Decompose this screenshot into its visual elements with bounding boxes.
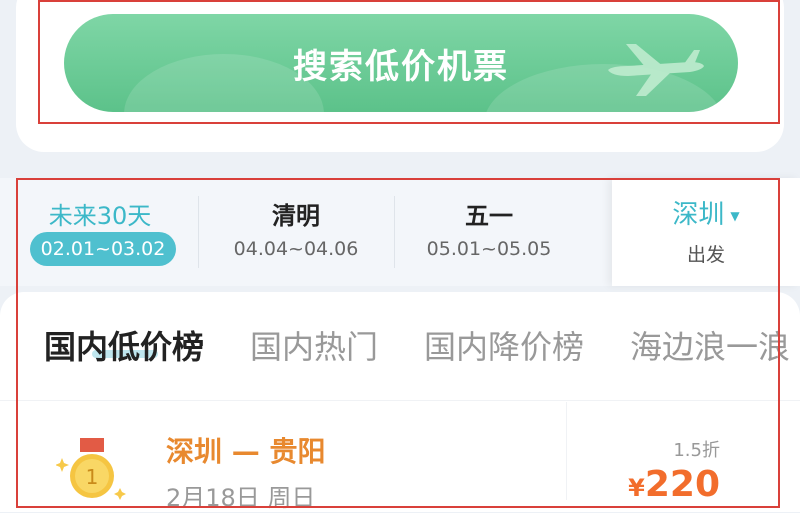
- date-range: 05.01~05.05: [426, 238, 552, 260]
- discount: 1.5折: [673, 440, 720, 461]
- date-tab-title: 未来30天: [48, 202, 152, 230]
- departure-city-name: 深圳: [672, 200, 725, 230]
- date-range: 04.04~04.06: [233, 238, 359, 260]
- flight-date: 2月18日 周日: [166, 484, 316, 512]
- price: ¥220: [628, 464, 720, 505]
- departure-label: 出发: [686, 244, 725, 266]
- search-button-label: 搜索低价机票: [293, 46, 509, 87]
- tab-domestic-price-drop[interactable]: 国内降价榜: [424, 322, 584, 368]
- departure-city-selector[interactable]: 深圳 ▼ 出发: [612, 178, 800, 286]
- tab-seaside[interactable]: 海边浪一浪: [630, 322, 790, 368]
- airplane-icon: [608, 44, 704, 96]
- gold-medal-icon: 1: [56, 438, 126, 500]
- date-tab-may-day[interactable]: 五一 05.01~05.05: [394, 178, 584, 286]
- date-tab-next-30-days[interactable]: 未来30天 02.01~03.02: [0, 178, 200, 286]
- route: 深圳 — 贵阳: [166, 435, 326, 468]
- medal-rank: 1: [86, 465, 99, 489]
- date-tab-title: 五一: [465, 202, 513, 230]
- date-tab-title: 清明: [272, 202, 320, 230]
- tab-domestic-low-price[interactable]: 国内低价榜: [44, 322, 204, 368]
- departure-city: 深圳 ▼: [612, 194, 800, 231]
- date-range-pill: 02.01~03.02: [30, 232, 176, 266]
- divider: [566, 402, 567, 500]
- currency-symbol: ¥: [628, 474, 645, 502]
- date-tab-qingming[interactable]: 清明 04.04~04.06: [198, 178, 394, 286]
- date-selector: 未来30天 02.01~03.02 清明 04.04~04.06 五一 05.0…: [0, 178, 800, 286]
- search-cheap-flights-button[interactable]: 搜索低价机票: [64, 14, 738, 112]
- caret-down-icon: ▼: [730, 208, 740, 223]
- price-value: 220: [644, 464, 720, 505]
- tab-domestic-popular[interactable]: 国内热门: [250, 322, 378, 368]
